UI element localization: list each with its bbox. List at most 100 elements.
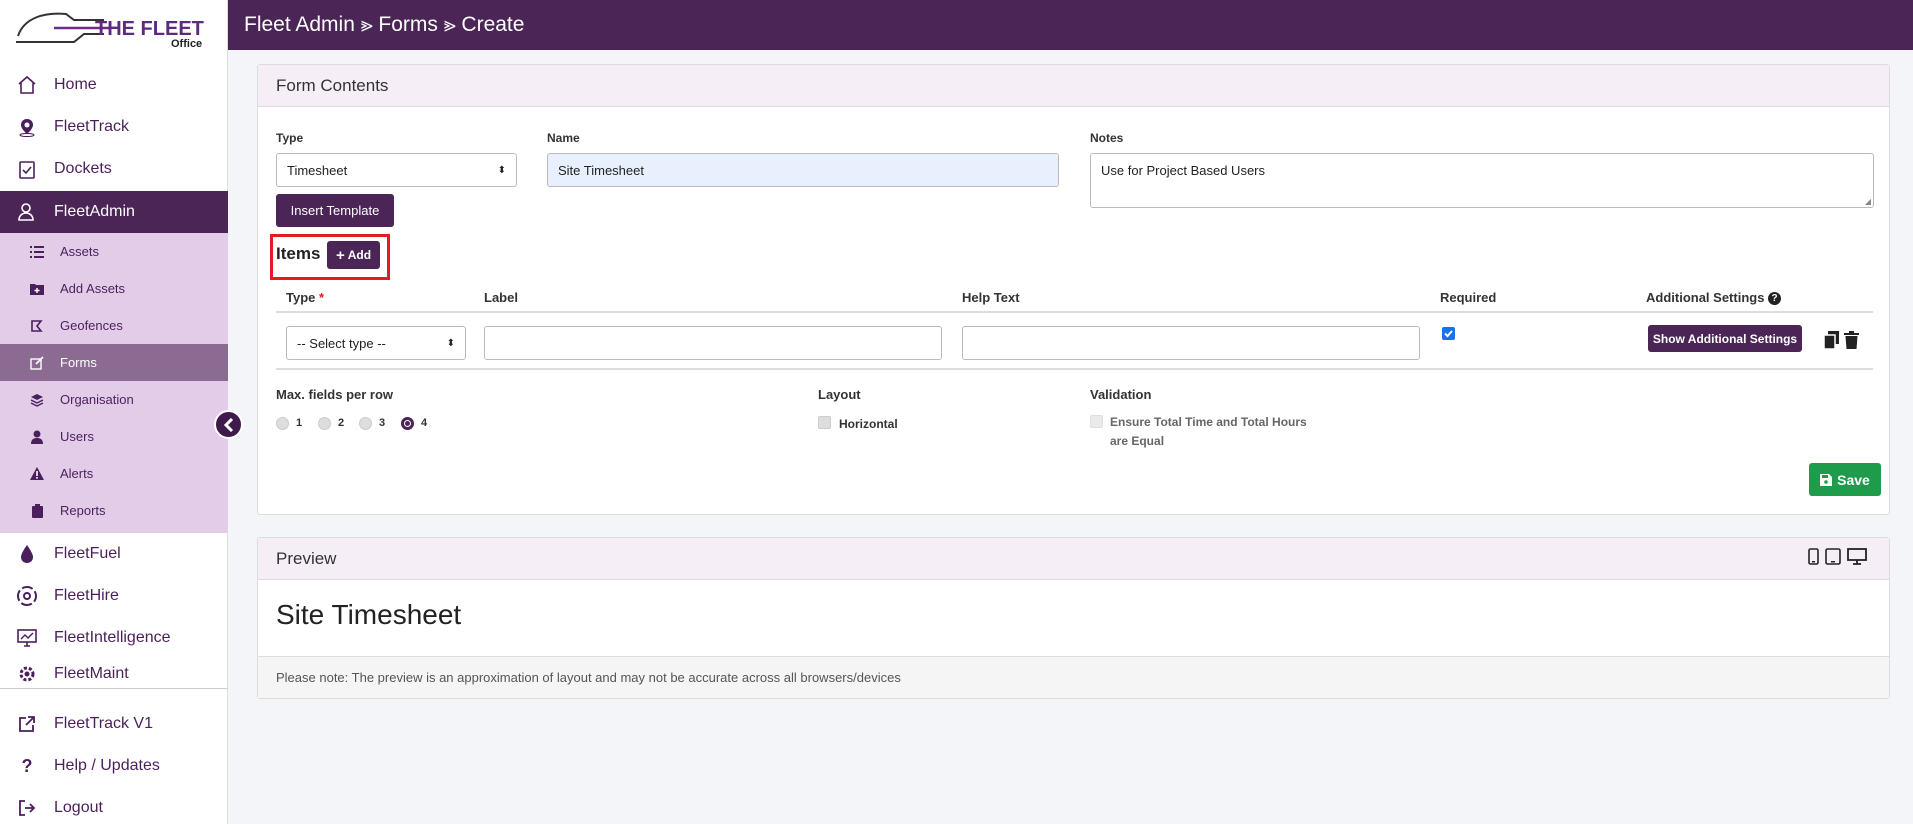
item-help-text-input[interactable]	[962, 326, 1420, 360]
clipboard-check-icon	[16, 158, 38, 180]
validation-option-label: Ensure Total Time and Total Hours are Eq…	[1110, 415, 1307, 448]
submenu-item-geofences[interactable]: Geofences	[0, 307, 228, 344]
save-label: Save	[1837, 471, 1870, 488]
sidebar-item-label: FleetHire	[54, 587, 119, 604]
svg-text:Office: Office	[171, 38, 202, 50]
submenu-item-reports[interactable]: Reports	[0, 492, 228, 529]
item-type-select-value: -- Select type --	[297, 335, 386, 351]
sign-out-icon	[16, 797, 38, 819]
mobile-view-icon[interactable]	[1808, 547, 1819, 570]
sidebar-item-logout[interactable]: Logout	[0, 787, 228, 824]
items-title: Items	[276, 244, 321, 263]
fleet-logo-icon: THE FLEET Office	[16, 12, 204, 50]
user-icon	[30, 430, 44, 444]
submenu-item-organisation[interactable]: Organisation	[0, 381, 228, 418]
submenu-item-add-assets[interactable]: Add Assets	[0, 270, 228, 307]
submenu-item-label: Forms	[60, 355, 97, 370]
sidebar-item-fleettrack-v1[interactable]: FleetTrack V1	[0, 703, 228, 745]
breadcrumb: Fleet Admin ⪢ Forms ⪢ Create	[244, 13, 525, 36]
show-additional-settings-button[interactable]: Show Additional Settings	[1648, 325, 1802, 352]
add-item-label: Add	[347, 248, 372, 262]
clipboard-icon	[30, 503, 44, 518]
desktop-view-icon[interactable]	[1847, 547, 1867, 570]
submenu-item-forms[interactable]: Forms	[0, 344, 228, 381]
name-input[interactable]: Site Timesheet	[547, 153, 1059, 187]
save-button[interactable]: Save	[1809, 463, 1881, 496]
question-icon: ?	[21, 755, 33, 776]
sidebar-item-fleettrack[interactable]: FleetTrack	[0, 106, 228, 148]
device-toggle-group	[1808, 547, 1867, 570]
max-fields-option-label: 2	[338, 417, 345, 429]
type-select[interactable]: Timesheet ⬍	[276, 153, 517, 187]
select-arrows-icon: ⬍	[446, 337, 455, 349]
sidebar-item-label: Home	[54, 76, 97, 93]
max-fields-option-label: 4	[421, 417, 428, 429]
user-gear-icon	[16, 201, 38, 223]
max-fields-radio-2[interactable]	[318, 417, 331, 430]
collapse-sidebar-button[interactable]	[214, 410, 243, 439]
layout-label: Layout	[818, 387, 861, 402]
items-table-header: Type * Label Help Text Required Addition…	[276, 283, 1873, 313]
notes-textarea[interactable]: Use for Project Based Users ◢	[1090, 153, 1874, 208]
sidebar-item-fleetmaint[interactable]: FleetMaint	[0, 658, 228, 690]
sidebar-item-label: FleetAdmin	[54, 203, 135, 220]
plus-icon: +	[335, 246, 345, 264]
column-header-additional-settings: Additional Settings ?	[1646, 290, 1782, 306]
home-icon	[16, 74, 38, 96]
sidebar-item-home[interactable]: Home	[0, 64, 228, 106]
submenu-item-assets[interactable]: Assets	[0, 233, 228, 270]
notes-textarea-value: Use for Project Based Users	[1101, 163, 1266, 178]
form-contents-card: Form Contents Type Timesheet ⬍ Name Site…	[257, 64, 1890, 515]
admin-submenu: Assets Add Assets Geofences Forms Organi…	[0, 233, 228, 533]
sidebar-item-label: Logout	[54, 799, 103, 816]
sidebar-item-label: FleetTrack	[54, 118, 129, 135]
sidebar-item-dockets[interactable]: Dockets	[0, 148, 228, 190]
folder-plus-icon	[30, 282, 44, 296]
max-fields-radio-1[interactable]	[276, 417, 289, 430]
required-checkbox[interactable]	[1442, 327, 1455, 340]
max-fields-option-label: 1	[296, 417, 303, 429]
sidebar-divider	[0, 688, 228, 689]
checkmark-icon	[1444, 330, 1453, 338]
validation-label: Validation	[1090, 387, 1152, 402]
submenu-item-label: Add Assets	[60, 281, 126, 296]
trash-icon[interactable]	[1844, 331, 1859, 354]
fuel-drop-icon	[16, 543, 38, 565]
gear-cog-icon	[16, 663, 38, 685]
tablet-view-icon[interactable]	[1825, 547, 1841, 570]
column-header-required: Required	[1440, 290, 1497, 305]
sidebar-item-label: FleetFuel	[54, 545, 121, 562]
chevron-left-icon	[223, 417, 233, 432]
sidebar-item-label: FleetTrack V1	[54, 715, 153, 732]
max-fields-radio-3[interactable]	[359, 417, 372, 430]
submenu-item-alerts[interactable]: Alerts	[0, 455, 228, 492]
select-arrows-icon: ⬍	[497, 164, 506, 176]
sidebar-item-label: Dockets	[54, 160, 112, 177]
max-fields-radio-4[interactable]	[401, 417, 414, 430]
sidebar-item-help[interactable]: ? Help / Updates	[0, 745, 228, 787]
add-item-button[interactable]: + Add	[327, 241, 380, 269]
item-type-select[interactable]: -- Select type -- ⬍	[286, 326, 466, 360]
notes-label: Notes	[1090, 131, 1124, 145]
help-circle-icon[interactable]: ?	[1768, 292, 1782, 306]
submenu-item-label: Organisation	[60, 392, 134, 407]
sidebar-item-label: FleetMaint	[54, 665, 129, 682]
save-disk-icon	[1820, 473, 1833, 486]
column-header-type: Type *	[286, 290, 325, 305]
submenu-item-label: Reports	[60, 503, 106, 518]
horizontal-checkbox[interactable]	[818, 416, 831, 429]
header-bar: Fleet Admin ⪢ Forms ⪢ Create	[228, 0, 1913, 50]
preview-note: Please note: The preview is an approxima…	[258, 656, 1889, 698]
item-label-input[interactable]	[484, 326, 942, 360]
submenu-item-users[interactable]: Users	[0, 418, 228, 455]
sidebar-item-fleetadmin[interactable]: FleetAdmin	[0, 191, 228, 233]
sidebar-item-fleetfuel[interactable]: FleetFuel	[0, 533, 228, 575]
sidebar-item-fleethire[interactable]: FleetHire	[0, 575, 228, 617]
insert-template-button[interactable]: Insert Template	[276, 194, 394, 227]
sidebar-item-fleetintelligence[interactable]: FleetIntelligence	[0, 617, 228, 659]
copy-icon[interactable]	[1823, 331, 1840, 354]
resize-handle-icon[interactable]: ◢	[1865, 197, 1871, 206]
validation-checkbox[interactable]	[1090, 415, 1103, 428]
preview-form-name: Site Timesheet	[276, 599, 462, 630]
brand-logo[interactable]: THE FLEET Office	[0, 0, 227, 55]
